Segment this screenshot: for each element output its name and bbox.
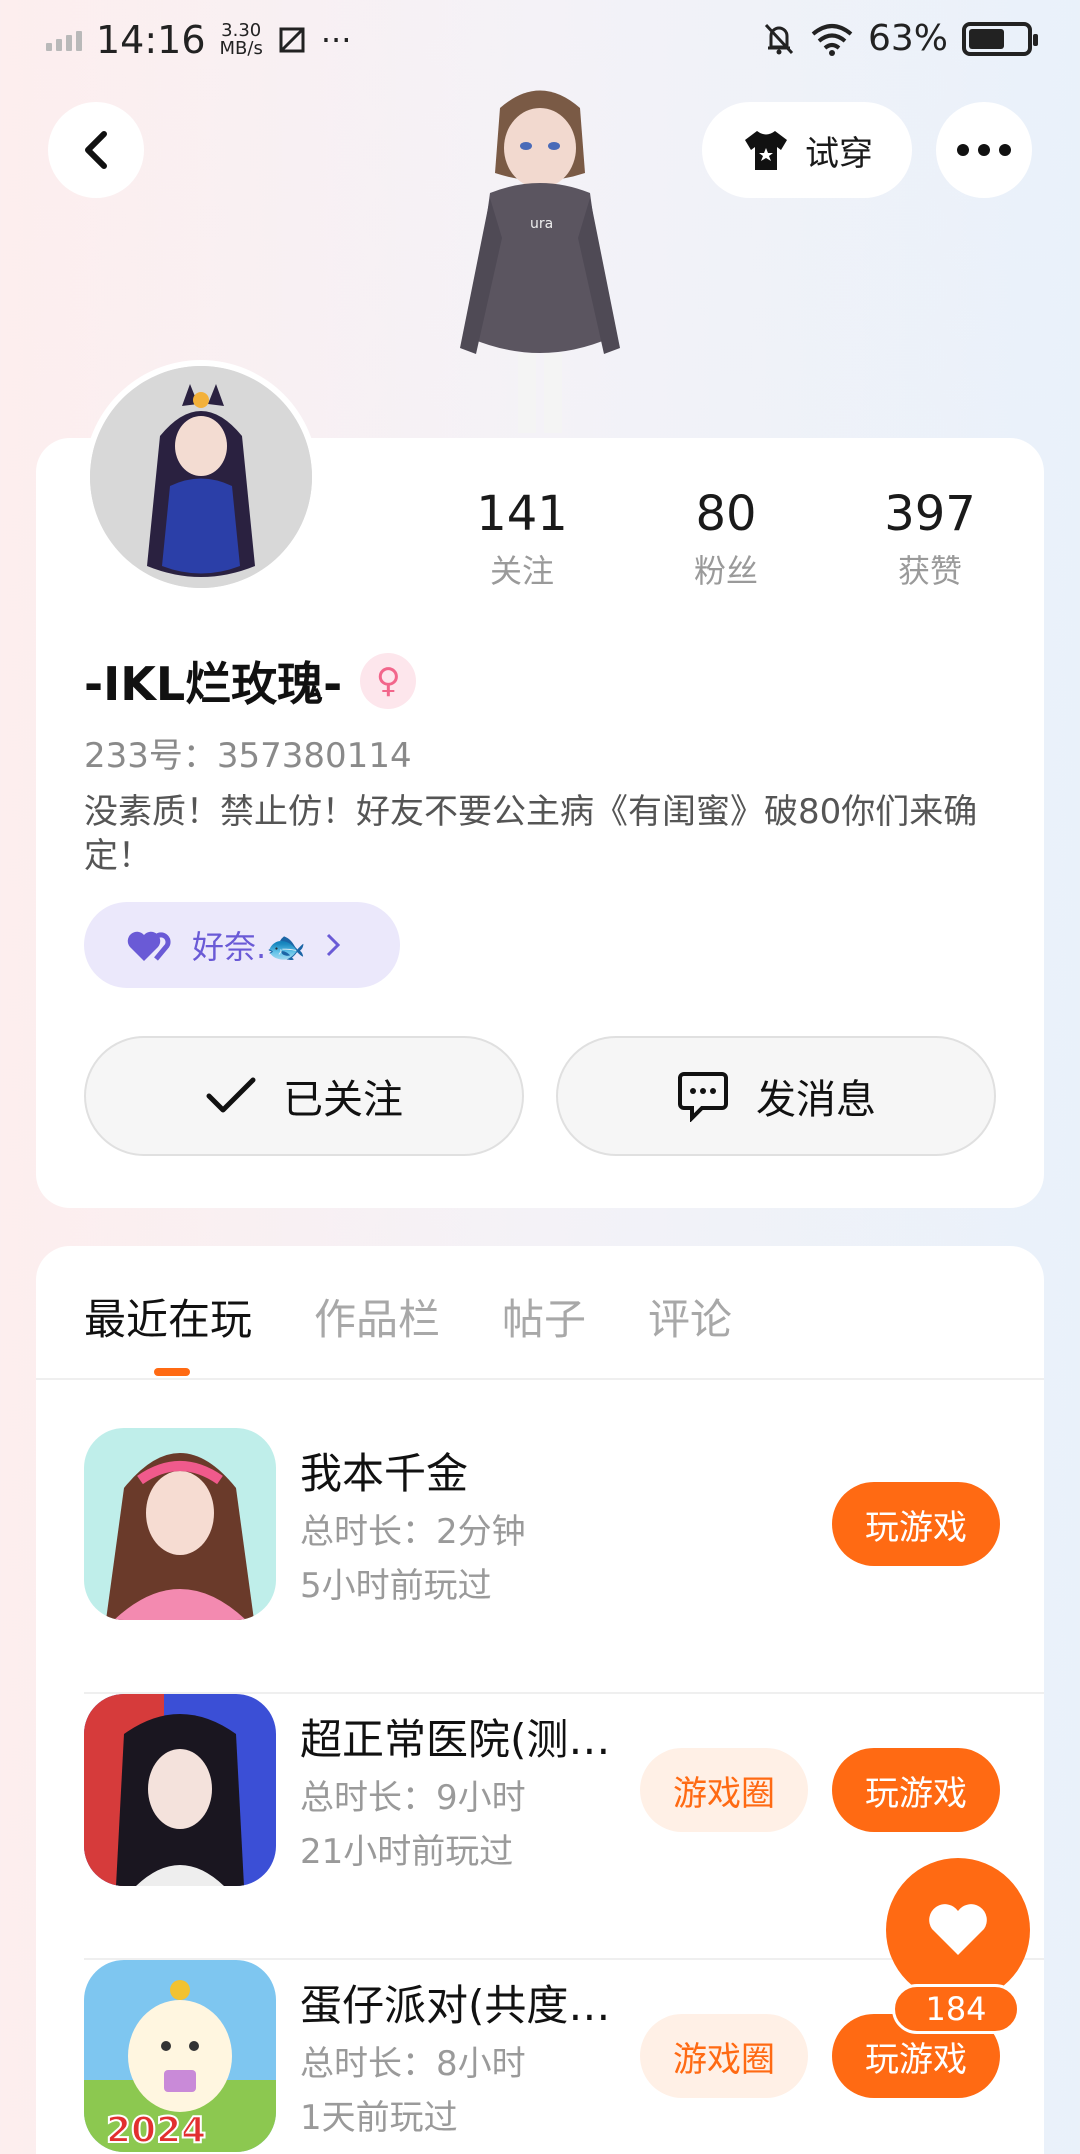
stat-label: 粉丝 <box>693 552 758 590</box>
active-tab-indicator <box>154 1368 190 1376</box>
screenshot-icon <box>279 27 305 53</box>
mute-bell-icon <box>764 23 794 54</box>
send-message-button[interactable]: 发消息 <box>556 1036 996 1156</box>
stat-label: 获赞 <box>897 552 962 590</box>
user-id: 233号：357380114 <box>84 736 412 776</box>
username: -IKL烂玫瑰- <box>84 657 343 711</box>
clock: 14:16 <box>96 18 206 62</box>
more-dots-icon <box>957 144 1011 156</box>
like-button[interactable] <box>886 1858 1030 2002</box>
play-duration: 总时长：2分钟 <box>300 1512 526 1552</box>
more-button[interactable] <box>936 102 1032 198</box>
status-bar: 14:16 3.30 MB/s ··· 63% <box>0 0 1080 90</box>
double-heart-icon <box>127 931 171 961</box>
last-played: 1天前玩过 <box>300 2098 458 2138</box>
game-row[interactable]: 2024 蛋仔派对(共度… 总时长：8小时 1天前玩过 游戏圈 玩游戏 <box>84 1960 1000 2154</box>
following-label: 已关注 <box>283 1077 403 1123</box>
stat-likes[interactable]: 397 获赞 <box>828 486 1032 592</box>
stat-number: 141 <box>476 486 568 542</box>
profile-stats: 141 关注 80 粉丝 397 获赞 <box>420 486 1032 592</box>
user-bio: 没素质！禁止仿！好友不要公主病《有闺蜜》破80你们来确定！ <box>84 792 978 876</box>
battery-icon <box>962 21 1038 56</box>
signal-icon <box>46 29 82 51</box>
last-played: 21小时前玩过 <box>300 1832 514 1872</box>
play-duration: 总时长：8小时 <box>300 2044 526 2084</box>
more-status-icon: ··· <box>320 21 352 59</box>
back-button[interactable] <box>48 102 144 198</box>
tshirt-icon <box>745 131 787 170</box>
play-game-button[interactable]: 玩游戏 <box>832 1482 1000 1566</box>
close-friend-chip[interactable]: 好奈.🐟 <box>84 902 400 988</box>
game-title: 超正常医院(测… <box>300 1715 611 1764</box>
back-arrow-icon <box>85 131 107 169</box>
like-count: 184 <box>892 1984 1020 2034</box>
friend-name: 好奈.🐟 <box>192 928 307 966</box>
stat-following[interactable]: 141 关注 <box>420 486 624 592</box>
network-speed: 3.30 MB/s <box>219 20 263 59</box>
battery-percent: 63% <box>867 18 948 59</box>
chevron-right-icon <box>326 933 341 957</box>
game-icon: 2024 <box>84 1960 276 2152</box>
tab-works[interactable]: 作品栏 <box>314 1286 440 1347</box>
stat-fans[interactable]: 80 粉丝 <box>624 486 828 592</box>
name-row: -IKL烂玫瑰- ♀ <box>84 648 417 714</box>
play-game-button[interactable]: 玩游戏 <box>832 1748 1000 1832</box>
avatar-figure: ura <box>460 90 620 433</box>
try-on-button[interactable]: 试穿 <box>702 102 912 198</box>
tab-recently-played[interactable]: 最近在玩 <box>84 1286 252 1347</box>
game-row[interactable]: 我本千金 总时长：2分钟 5小时前玩过 玩游戏 <box>84 1428 1044 1694</box>
stat-label: 关注 <box>489 552 554 590</box>
game-icon <box>84 1428 276 1620</box>
tab-posts[interactable]: 帖子 <box>502 1286 586 1347</box>
avatar[interactable] <box>84 360 318 594</box>
following-button[interactable]: 已关注 <box>84 1036 524 1156</box>
try-on-label: 试穿 <box>805 133 873 174</box>
female-icon: ♀ <box>360 653 417 709</box>
game-icon-badge: 2024 <box>106 2110 206 2151</box>
game-circle-button[interactable]: 游戏圈 <box>640 1748 808 1832</box>
wifi-icon <box>811 23 853 56</box>
game-title: 蛋仔派对(共度… <box>300 1981 611 2030</box>
last-played: 5小时前玩过 <box>300 1566 492 1606</box>
avatar-image <box>90 366 312 588</box>
play-duration: 总时长：9小时 <box>300 1778 526 1818</box>
divider <box>36 1378 1044 1380</box>
profile-tabs: 最近在玩 作品栏 帖子 评论 <box>84 1286 732 1347</box>
game-row[interactable]: 超正常医院(测… 总时长：9小时 21小时前玩过 游戏圈 玩游戏 <box>84 1694 1044 1960</box>
game-title: 我本千金 <box>300 1449 469 1498</box>
stat-number: 80 <box>695 486 757 542</box>
svg-text:ura: ura <box>530 216 553 232</box>
game-icon <box>84 1694 276 1886</box>
chat-bubble-icon <box>678 1072 728 1122</box>
heart-icon <box>929 1904 987 1955</box>
game-circle-button[interactable]: 游戏圈 <box>640 2014 808 2098</box>
stat-number: 397 <box>884 486 976 542</box>
check-icon <box>206 1077 256 1113</box>
send-message-label: 发消息 <box>756 1077 876 1123</box>
tab-comments[interactable]: 评论 <box>648 1286 732 1347</box>
